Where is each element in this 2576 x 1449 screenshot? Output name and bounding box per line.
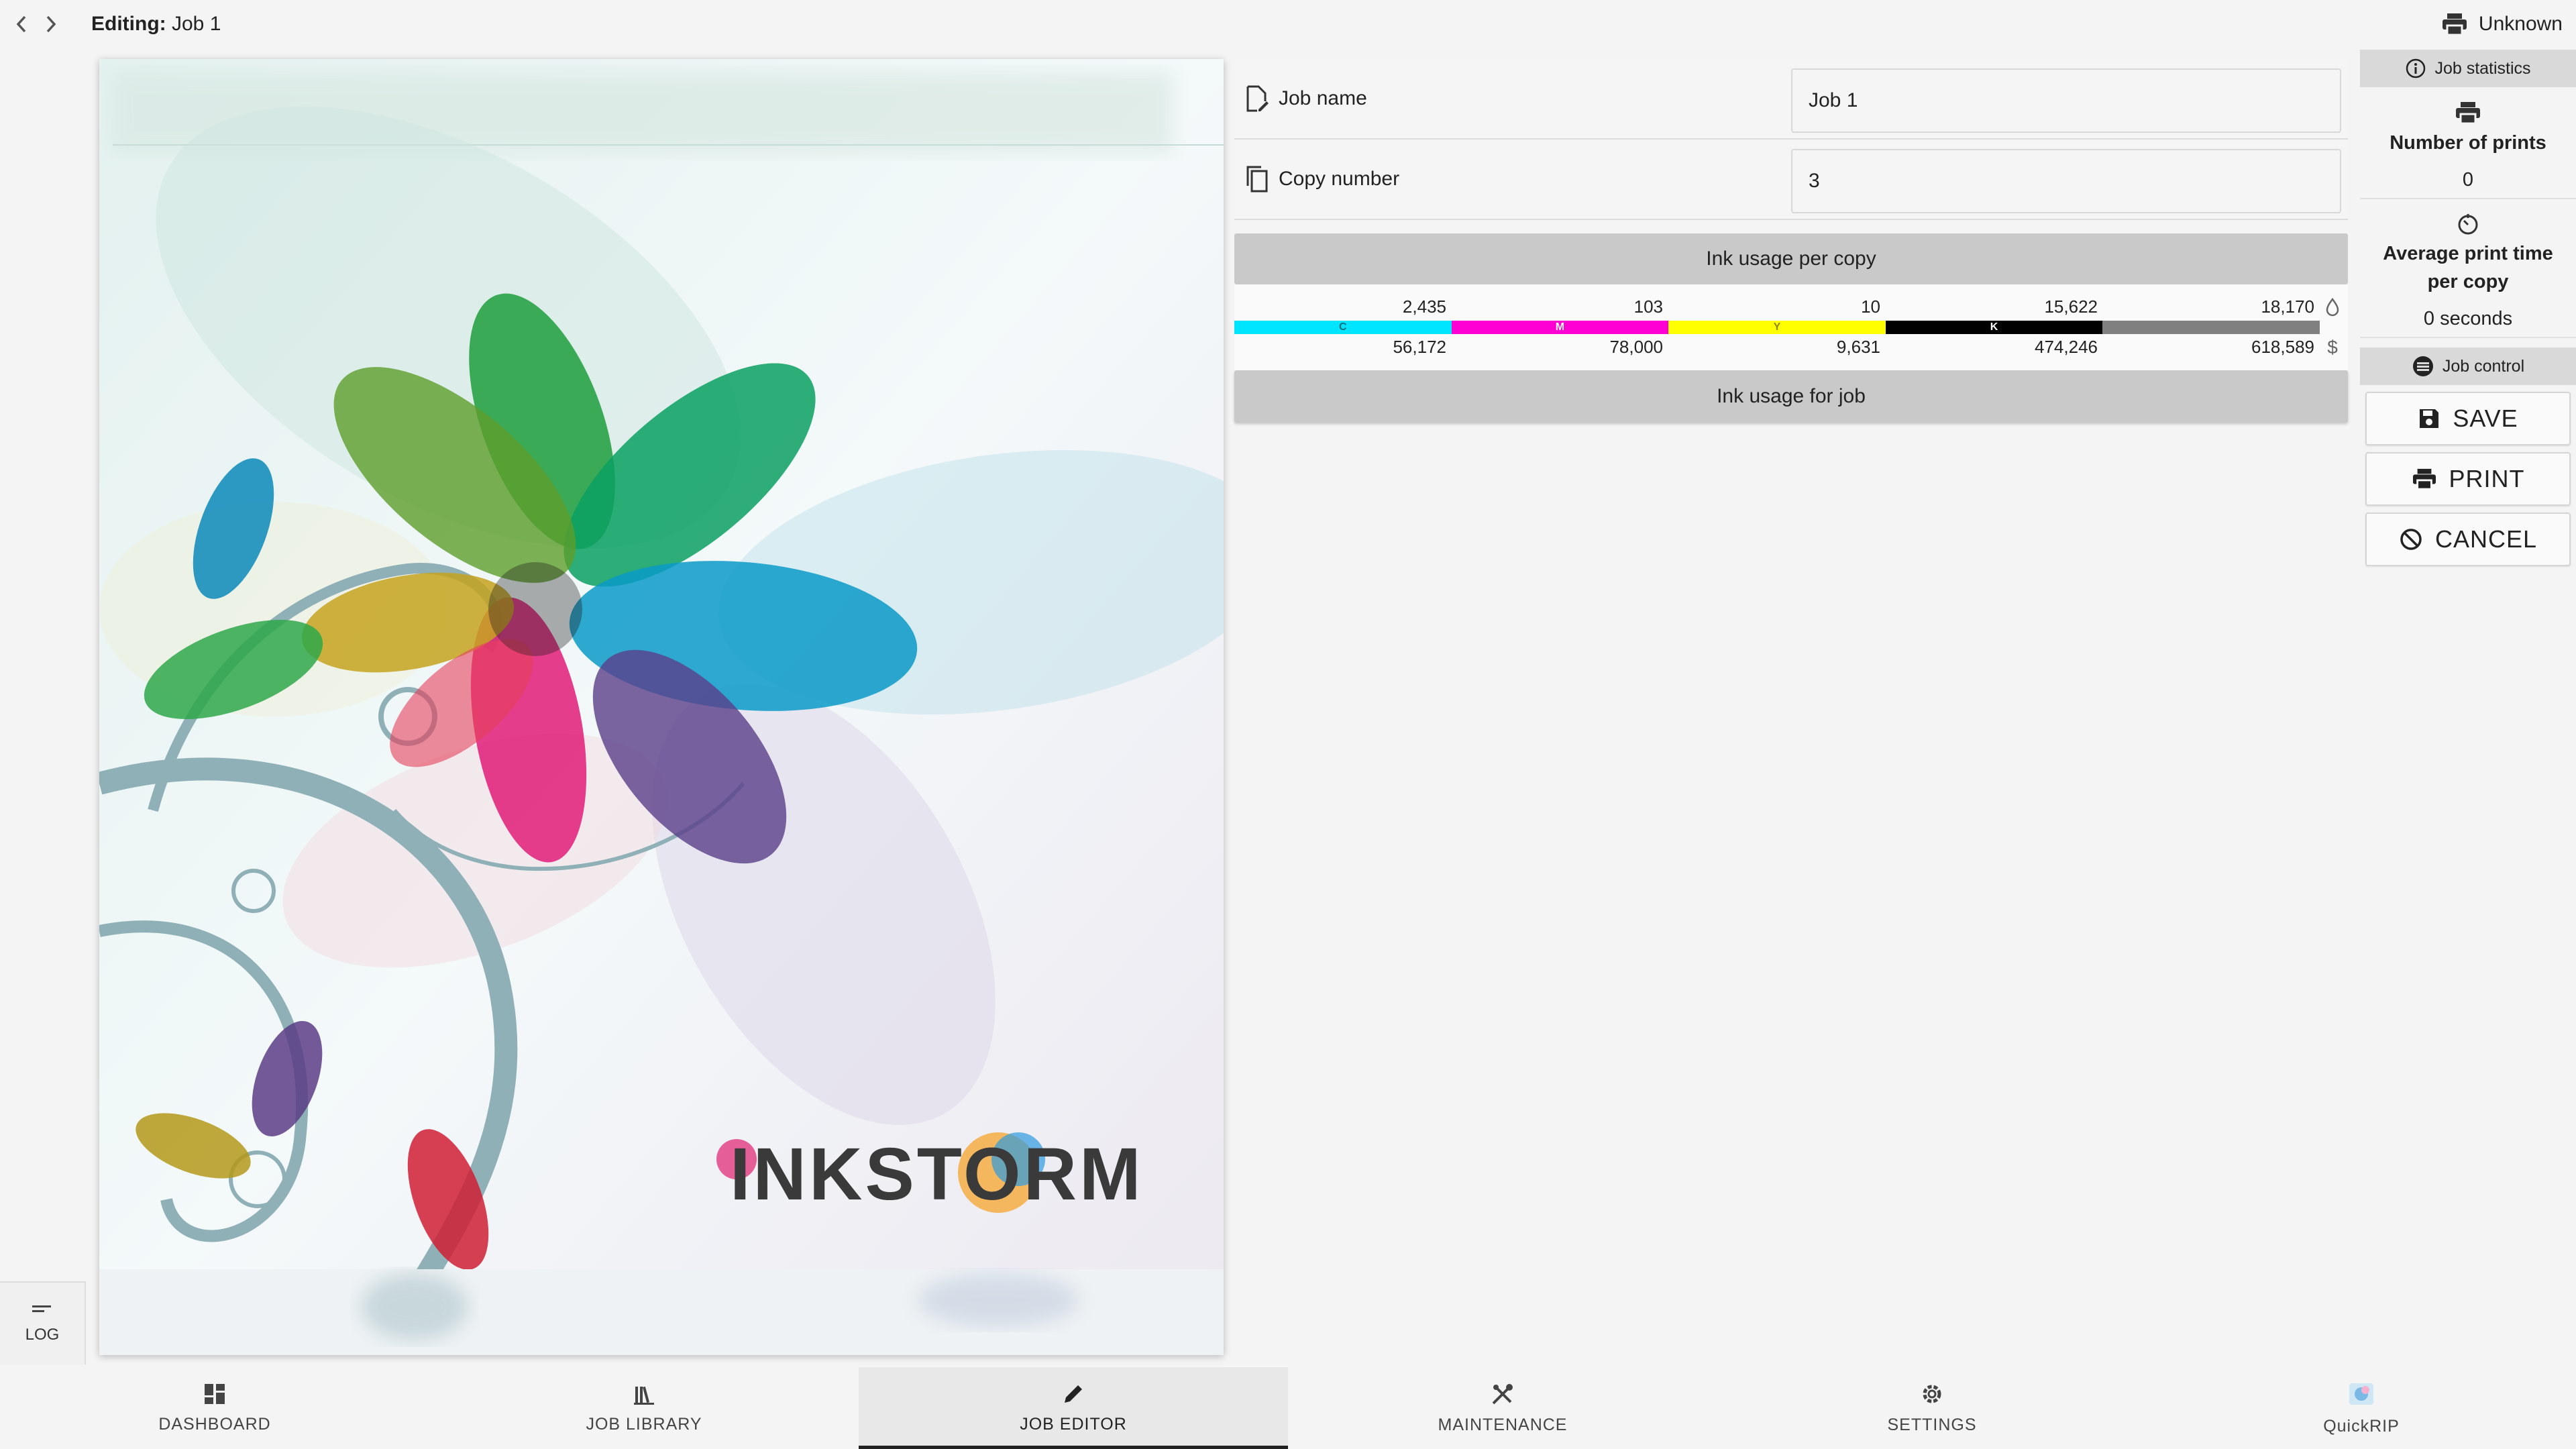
ink-color-bar: C M Y K	[1234, 321, 2320, 334]
number-of-prints-stat: Number of prints 0	[2360, 87, 2576, 199]
tab-job-editor[interactable]: JOB EDITOR	[859, 1367, 1288, 1449]
ink-usage-for-job-header[interactable]: Ink usage for job	[1234, 370, 2348, 423]
log-label: LOG	[25, 1326, 60, 1344]
file-edit-icon	[1246, 85, 1269, 112]
preview-artwork: INKSTORM	[99, 59, 1224, 1355]
list-circle-icon	[2412, 356, 2433, 376]
job-name-row: Job name	[1234, 59, 2348, 140]
ink-usage-k: 15,622	[2044, 297, 2098, 317]
printer-icon	[2456, 102, 2480, 125]
tab-job-editor-label: JOB EDITOR	[1020, 1414, 1127, 1434]
ink-usage-per-copy-header[interactable]: Ink usage per copy	[1234, 233, 2348, 284]
tab-job-library[interactable]: JOB LIBRARY	[429, 1367, 859, 1449]
top-bar: Editing: Job 1 Unknown	[0, 0, 2576, 48]
job-title: Job 1	[171, 13, 221, 35]
ink-cost-total: 618,589	[2251, 337, 2314, 357]
cancel-label: CANCEL	[2434, 525, 2538, 553]
printer-icon	[2412, 468, 2436, 490]
ink-cost-row: 56,172 78,000 9,631 474,246 618,589	[1234, 337, 2320, 358]
gear-icon	[1923, 1385, 1941, 1403]
back-button[interactable]	[7, 0, 36, 48]
ink-usage-y: 10	[1861, 297, 1880, 317]
drop-icon	[2322, 297, 2343, 318]
ink-usage-m: 103	[1633, 297, 1663, 317]
ink-cost-k: 474,246	[2035, 337, 2098, 357]
job-statistics-label: Job statistics	[2434, 58, 2531, 78]
average-print-time-value: 0 seconds	[2423, 308, 2513, 329]
dollar-icon: $	[2327, 337, 2338, 358]
editing-prefix: Editing:	[91, 13, 166, 35]
right-sidebar: Job statistics Number of prints 0 Averag…	[2360, 48, 2576, 1367]
pencil-icon	[1065, 1385, 1082, 1403]
tab-maintenance[interactable]: MAINTENANCE	[1288, 1367, 1717, 1449]
tab-settings[interactable]: SETTINGS	[1717, 1367, 2147, 1449]
copy-number-label: Copy number	[1245, 166, 1788, 193]
job-name-input[interactable]	[1791, 68, 2341, 133]
job-form: Job name Copy number Ink usage per copy …	[1234, 59, 2348, 423]
forward-button[interactable]	[36, 0, 66, 48]
inkstorm-logo: INKSTORM	[730, 1133, 1144, 1216]
tools-icon	[1492, 1383, 1513, 1404]
job-control-label: Job control	[2442, 356, 2525, 376]
ink-usage-per-copy-label: Ink usage per copy	[1706, 248, 1876, 270]
tab-settings-label: SETTINGS	[1887, 1415, 1977, 1434]
log-icon	[32, 1303, 52, 1315]
print-button[interactable]: PRINT	[2365, 452, 2571, 506]
printer-status[interactable]: Unknown	[2441, 0, 2563, 48]
timer-icon	[2458, 214, 2478, 235]
number-of-prints-value: 0	[2462, 169, 2474, 191]
job-name-label: Job name	[1245, 85, 1788, 112]
tab-dashboard[interactable]: DASHBOARD	[0, 1367, 429, 1449]
ink-usage-for-job-label: Ink usage for job	[1717, 385, 1866, 407]
ink-seg-c: C	[1234, 321, 1452, 334]
ink-seg-y: Y	[1668, 321, 1886, 334]
tab-dashboard-label: DASHBOARD	[158, 1414, 271, 1434]
cancel-button[interactable]: CANCEL	[2365, 513, 2571, 566]
tab-maintenance-label: MAINTENANCE	[1438, 1415, 1568, 1434]
save-icon	[2420, 409, 2439, 428]
library-icon	[634, 1386, 654, 1405]
ink-usage-total: 18,170	[2261, 297, 2314, 317]
bottom-navigation: DASHBOARD JOB LIBRARY JOB EDITOR MAINTEN…	[0, 1367, 2576, 1449]
average-print-time-stat: Average print time per copy 0 seconds	[2360, 199, 2576, 338]
ink-seg-total	[2102, 321, 2320, 334]
ink-usage-c: 2,435	[1402, 297, 1446, 317]
cancel-icon	[2400, 529, 2422, 550]
page-title: Editing: Job 1	[91, 13, 221, 36]
save-button[interactable]: SAVE	[2365, 392, 2571, 445]
quickrip-icon	[2349, 1383, 2373, 1405]
ink-usage-row: 2,435 103 10 15,622 18,170	[1234, 297, 2320, 318]
job-preview: INKSTORM	[99, 59, 1224, 1355]
printer-status-text: Unknown	[2478, 13, 2563, 35]
printer-icon	[2442, 13, 2467, 36]
chevron-right-icon	[46, 15, 56, 33]
ink-cost-m: 78,000	[1609, 337, 1663, 357]
job-control-header: Job control	[2360, 347, 2576, 385]
copy-number-row: Copy number	[1234, 140, 2348, 220]
dashboard-icon	[205, 1383, 225, 1404]
ink-cost-y: 9,631	[1836, 337, 1880, 357]
number-of-prints-title: Number of prints	[2390, 132, 2546, 154]
ink-cost-c: 56,172	[1393, 337, 1446, 357]
job-name-label-text: Job name	[1279, 87, 1367, 109]
copy-number-input[interactable]	[1791, 149, 2341, 213]
tab-quickrip-label: QuickRIP	[2323, 1416, 2400, 1436]
save-label: SAVE	[2453, 405, 2518, 432]
log-button[interactable]: LOG	[0, 1281, 86, 1364]
info-icon	[2406, 58, 2426, 78]
chevron-left-icon	[16, 15, 26, 33]
copy-number-label-text: Copy number	[1279, 168, 1400, 190]
ink-seg-m: M	[1451, 321, 1669, 334]
job-statistics-header: Job statistics	[2360, 50, 2576, 87]
ink-seg-k: K	[1885, 321, 2103, 334]
average-print-time-title: Average print time per copy	[2383, 243, 2553, 292]
tab-job-library-label: JOB LIBRARY	[586, 1414, 702, 1434]
tab-quickrip[interactable]: QuickRIP	[2147, 1367, 2576, 1449]
ink-usage-table: 2,435 103 10 15,622 18,170 C M Y K 56,17…	[1234, 284, 2348, 370]
print-label: PRINT	[2449, 465, 2525, 492]
copy-icon	[1246, 166, 1268, 193]
